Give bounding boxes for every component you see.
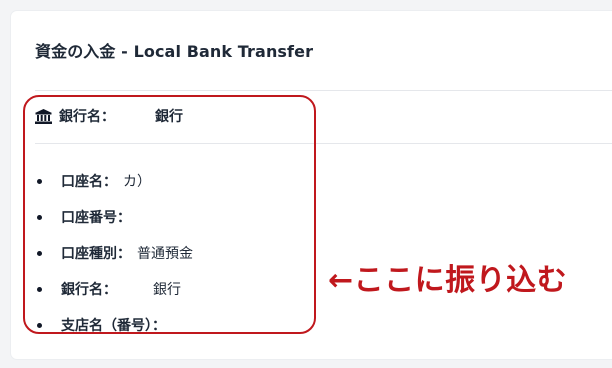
list-item-bank-name: 銀行名： 銀行 [33, 271, 193, 307]
item-value: 銀行 [153, 282, 181, 298]
list-item-account-name: 口座名： カ） [33, 163, 193, 199]
list-item-branch-name: 支店名（番号）： [33, 307, 193, 343]
bullet [37, 250, 42, 256]
item-value: カ） [123, 174, 151, 190]
bullet [37, 286, 42, 292]
annotation-text: ←ここに振り込む [328, 263, 568, 298]
card-title: 資金の入金 - Local Bank Transfer [35, 42, 314, 61]
bullet [37, 178, 42, 184]
bank-name-header: 銀行名： 銀行 [35, 106, 183, 126]
bank-name-value: 銀行 [155, 109, 183, 125]
bullet [37, 322, 42, 328]
list-item-account-number: 口座番号： [33, 199, 193, 235]
bank-name-label: 銀行名： [59, 109, 115, 125]
item-label: 口座名： [61, 174, 117, 190]
divider [35, 90, 612, 91]
item-value: 普通預金 [137, 246, 193, 262]
item-label: 支店名（番号）： [61, 318, 166, 334]
item-label: 銀行名： [61, 282, 117, 298]
bullet [37, 214, 42, 220]
bank-icon [35, 108, 52, 124]
bank-transfer-card: 資金の入金 - Local Bank Transfer 銀行名： 銀行 口座名：… [11, 11, 612, 359]
item-label: 口座種別： [61, 246, 131, 262]
divider [35, 143, 612, 144]
list-item-account-type: 口座種別： 普通預金 [33, 235, 193, 271]
account-details-list: 口座名： カ） 口座番号： 口座種別： 普通預金 銀行名： 銀行 支店名（番号）… [33, 163, 193, 343]
item-label: 口座番号： [61, 210, 131, 226]
